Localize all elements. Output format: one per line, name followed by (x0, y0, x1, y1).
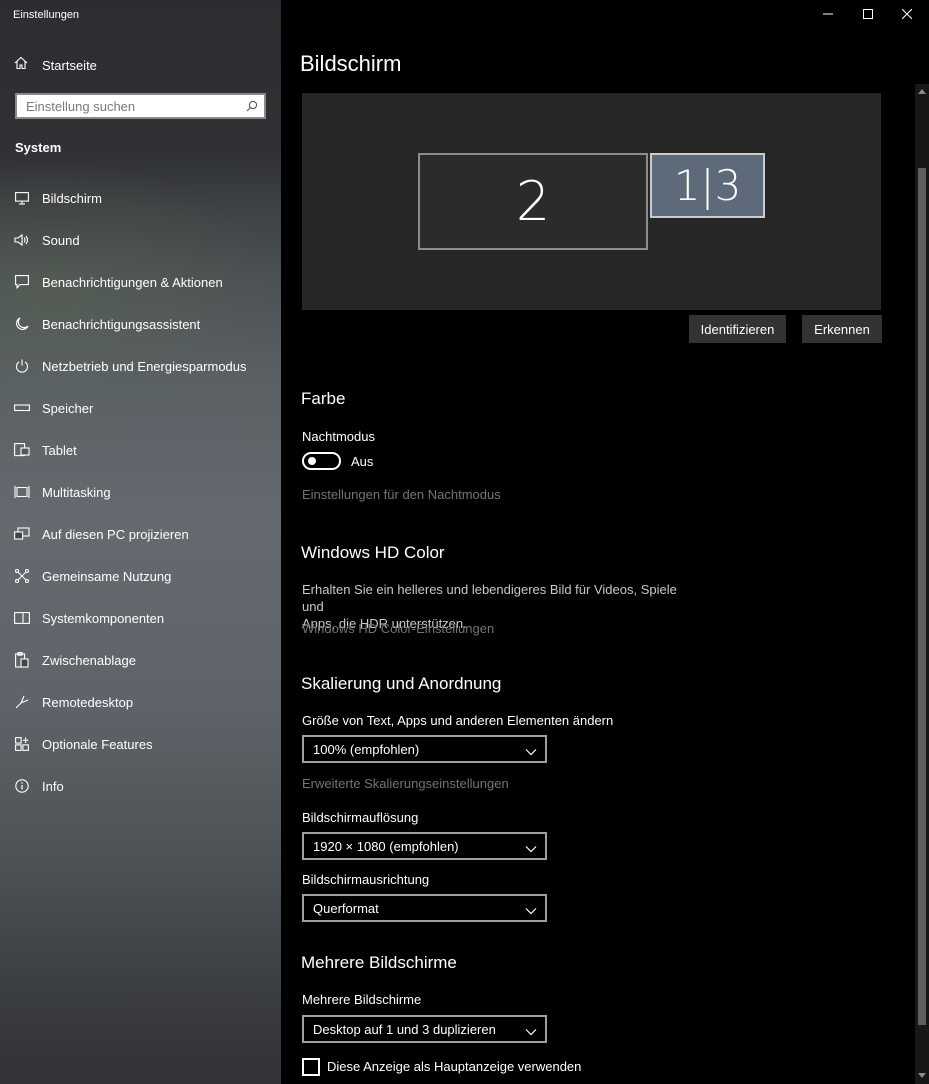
sidebar-item-bildschirm[interactable]: Bildschirm (0, 177, 281, 219)
resolution-dropdown-value: 1920 × 1080 (empfohlen) (313, 838, 459, 854)
toggle-knob (308, 457, 316, 465)
sidebar-item-remotedesktop[interactable]: Remotedesktop (0, 681, 281, 723)
resolution-dropdown[interactable]: 1920 × 1080 (empfohlen) (302, 832, 547, 860)
night-mode-state: Aus (351, 454, 374, 469)
sidebar-item-label: Benachrichtigungen & Aktionen (42, 274, 223, 290)
sidebar-item-gemeinsame-nutzung[interactable]: Gemeinsame Nutzung (0, 555, 281, 597)
orientation-label: Bildschirmausrichtung (302, 872, 430, 887)
sidebar-item-netzbetrieb[interactable]: Netzbetrieb und Energiesparmodus (0, 345, 281, 387)
night-mode-toggle[interactable] (302, 452, 341, 470)
main-content: Bildschirm 2 1|3 Identifizieren Erkennen… (281, 0, 915, 1084)
monitor-icon (14, 190, 30, 206)
features-icon (14, 736, 30, 752)
speaker-icon (14, 232, 30, 248)
home-link[interactable]: Startseite (14, 55, 97, 75)
main-display-checkbox-label[interactable]: Diese Anzeige als Hauptanzeige verwenden (327, 1059, 581, 1074)
identify-button[interactable]: Identifizieren (689, 315, 786, 343)
sidebar-item-label: Netzbetrieb und Energiesparmodus (42, 358, 247, 374)
home-icon (14, 56, 28, 75)
sidebar: Einstellungen Startseite System Bildschi… (0, 0, 281, 1084)
clipboard-icon (14, 652, 30, 668)
multi-display-heading: Mehrere Bildschirme (301, 953, 457, 972)
sidebar-item-label: Benachrichtigungsassistent (42, 316, 201, 332)
sidebar-item-label: Zwischenablage (42, 652, 136, 668)
sidebar-item-label: Bildschirm (42, 190, 102, 206)
page-title: Bildschirm (300, 51, 402, 76)
sidebar-item-info[interactable]: Info (0, 765, 281, 807)
storage-icon (14, 400, 30, 416)
advanced-scaling-link[interactable]: Erweiterte Skalierungseinstellungen (302, 776, 509, 791)
text-size-label: Größe von Text, Apps und anderen Element… (302, 713, 614, 728)
hdr-description-line: Erhalten Sie ein helleres und lebendiger… (302, 582, 677, 614)
multi-display-dropdown[interactable]: Desktop auf 1 und 3 duplizieren (302, 1015, 547, 1043)
sidebar-item-tablet[interactable]: Tablet (0, 429, 281, 471)
search-icon[interactable] (246, 99, 258, 117)
share-icon (14, 568, 30, 584)
components-icon (14, 610, 30, 626)
hdr-heading: Windows HD Color (301, 543, 445, 562)
sidebar-item-label: Remotedesktop (42, 694, 134, 710)
sidebar-item-sound[interactable]: Sound (0, 219, 281, 261)
sidebar-item-label: Speicher (42, 400, 94, 416)
chevron-down-icon (525, 1024, 537, 1039)
sidebar-item-multitasking[interactable]: Multitasking (0, 471, 281, 513)
scrollbar-thumb[interactable] (918, 168, 926, 1025)
info-icon (14, 778, 30, 794)
chevron-down-icon (525, 744, 537, 759)
scale-dropdown-value: 100% (empfohlen) (313, 741, 420, 757)
scroll-up-icon[interactable] (915, 84, 929, 98)
hdr-settings-link[interactable]: Windows HD Color-Einstellungen (302, 621, 494, 636)
night-mode-settings-link[interactable]: Einstellungen für den Nachtmodus (302, 487, 501, 502)
chevron-down-icon (525, 903, 537, 918)
multi-display-dropdown-value: Desktop auf 1 und 3 duplizieren (313, 1021, 496, 1037)
main-display-checkbox[interactable] (302, 1058, 320, 1076)
power-icon (14, 358, 30, 374)
project-icon (14, 526, 30, 542)
sidebar-item-label: Auf diesen PC projizieren (42, 526, 189, 542)
sidebar-item-label: Multitasking (42, 484, 111, 500)
moon-icon (14, 316, 30, 332)
scale-dropdown[interactable]: 100% (empfohlen) (302, 735, 547, 763)
sidebar-item-label: Info (42, 778, 64, 794)
search-input[interactable] (17, 98, 235, 114)
sidebar-item-label: Gemeinsame Nutzung (42, 568, 172, 584)
multitasking-icon (14, 484, 30, 500)
color-heading: Farbe (301, 389, 346, 408)
message-icon (14, 274, 30, 290)
chevron-down-icon (525, 841, 537, 856)
sidebar-item-speicher[interactable]: Speicher (0, 387, 281, 429)
remote-icon (14, 694, 30, 710)
sidebar-item-label: Optionale Features (42, 736, 153, 752)
sidebar-item-label: Systemkomponenten (42, 610, 165, 626)
scale-heading: Skalierung und Anordnung (301, 674, 502, 693)
sidebar-item-systemkomponenten[interactable]: Systemkomponenten (0, 597, 281, 639)
home-label: Startseite (42, 57, 97, 73)
scrollbar[interactable] (915, 84, 929, 1084)
window-title: Einstellungen (13, 9, 80, 21)
detect-button[interactable]: Erkennen (802, 315, 882, 343)
scroll-down-icon[interactable] (915, 1068, 929, 1082)
multi-display-label: Mehrere Bildschirme (302, 992, 422, 1007)
search-box[interactable] (15, 93, 266, 119)
orientation-dropdown-value: Querformat (313, 900, 379, 916)
night-mode-label: Nachtmodus (302, 429, 375, 444)
sidebar-item-label: Tablet (42, 442, 77, 458)
monitor-1-3[interactable]: 1|3 (650, 153, 765, 218)
sidebar-item-assistent[interactable]: Benachrichtigungsassistent (0, 303, 281, 345)
sidebar-item-optionale-features[interactable]: Optionale Features (0, 723, 281, 765)
section-label: System (15, 140, 62, 155)
sidebar-item-projizieren[interactable]: Auf diesen PC projizieren (0, 513, 281, 555)
monitor-2[interactable]: 2 (418, 153, 648, 250)
sidebar-item-zwischenablage[interactable]: Zwischenablage (0, 639, 281, 681)
resolution-label: Bildschirmauflösung (302, 810, 419, 825)
sidebar-item-benachrichtigungen[interactable]: Benachrichtigungen & Aktionen (0, 261, 281, 303)
sidebar-nav: Bildschirm Sound Benachrichtigungen & Ak… (0, 177, 281, 807)
sidebar-item-label: Sound (42, 232, 80, 248)
display-arrangement[interactable]: 2 1|3 (302, 93, 881, 310)
orientation-dropdown[interactable]: Querformat (302, 894, 547, 922)
tablet-icon (14, 442, 30, 458)
